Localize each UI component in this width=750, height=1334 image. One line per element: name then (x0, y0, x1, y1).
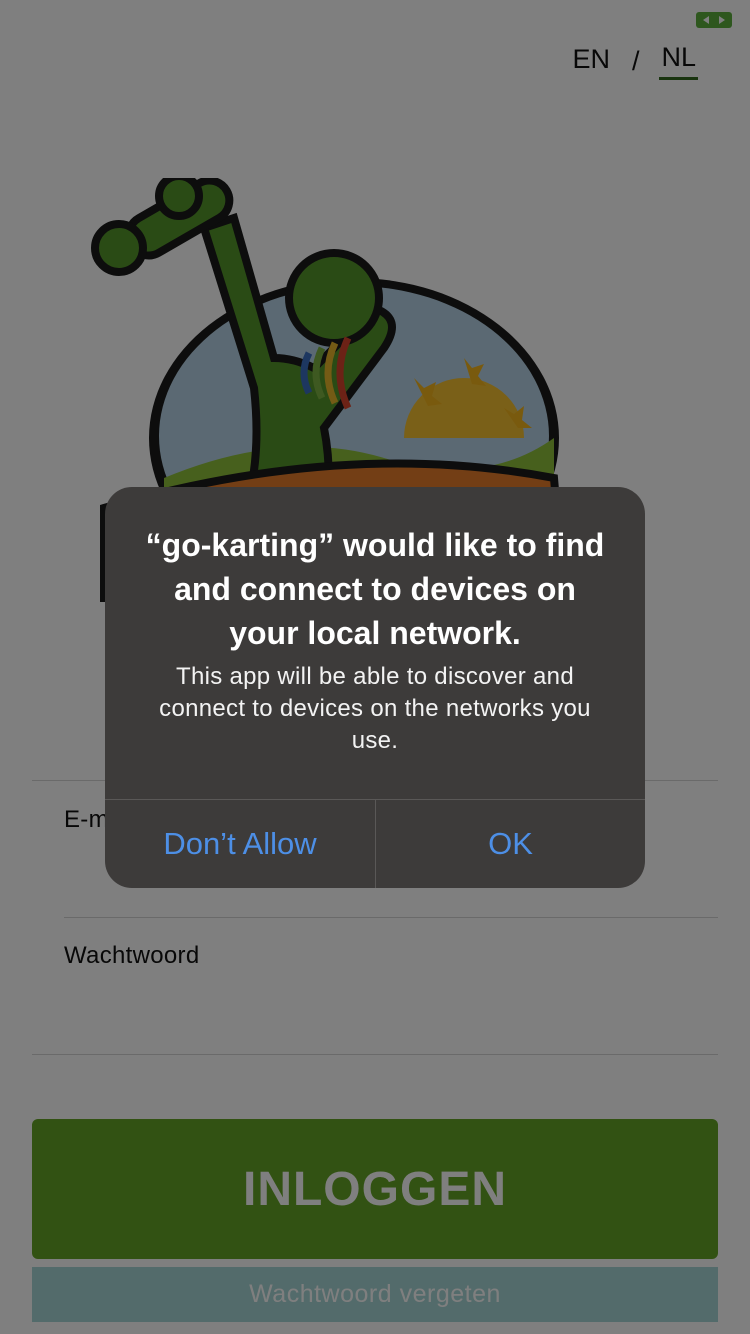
dont-allow-button[interactable]: Don’t Allow (105, 800, 375, 888)
alert-title: “go-karting” would like to find and conn… (145, 527, 605, 651)
local-network-permission-alert: “go-karting” would like to find and conn… (105, 487, 645, 888)
alert-message: This app will be able to discover and co… (159, 663, 591, 754)
ok-button[interactable]: OK (376, 800, 645, 888)
